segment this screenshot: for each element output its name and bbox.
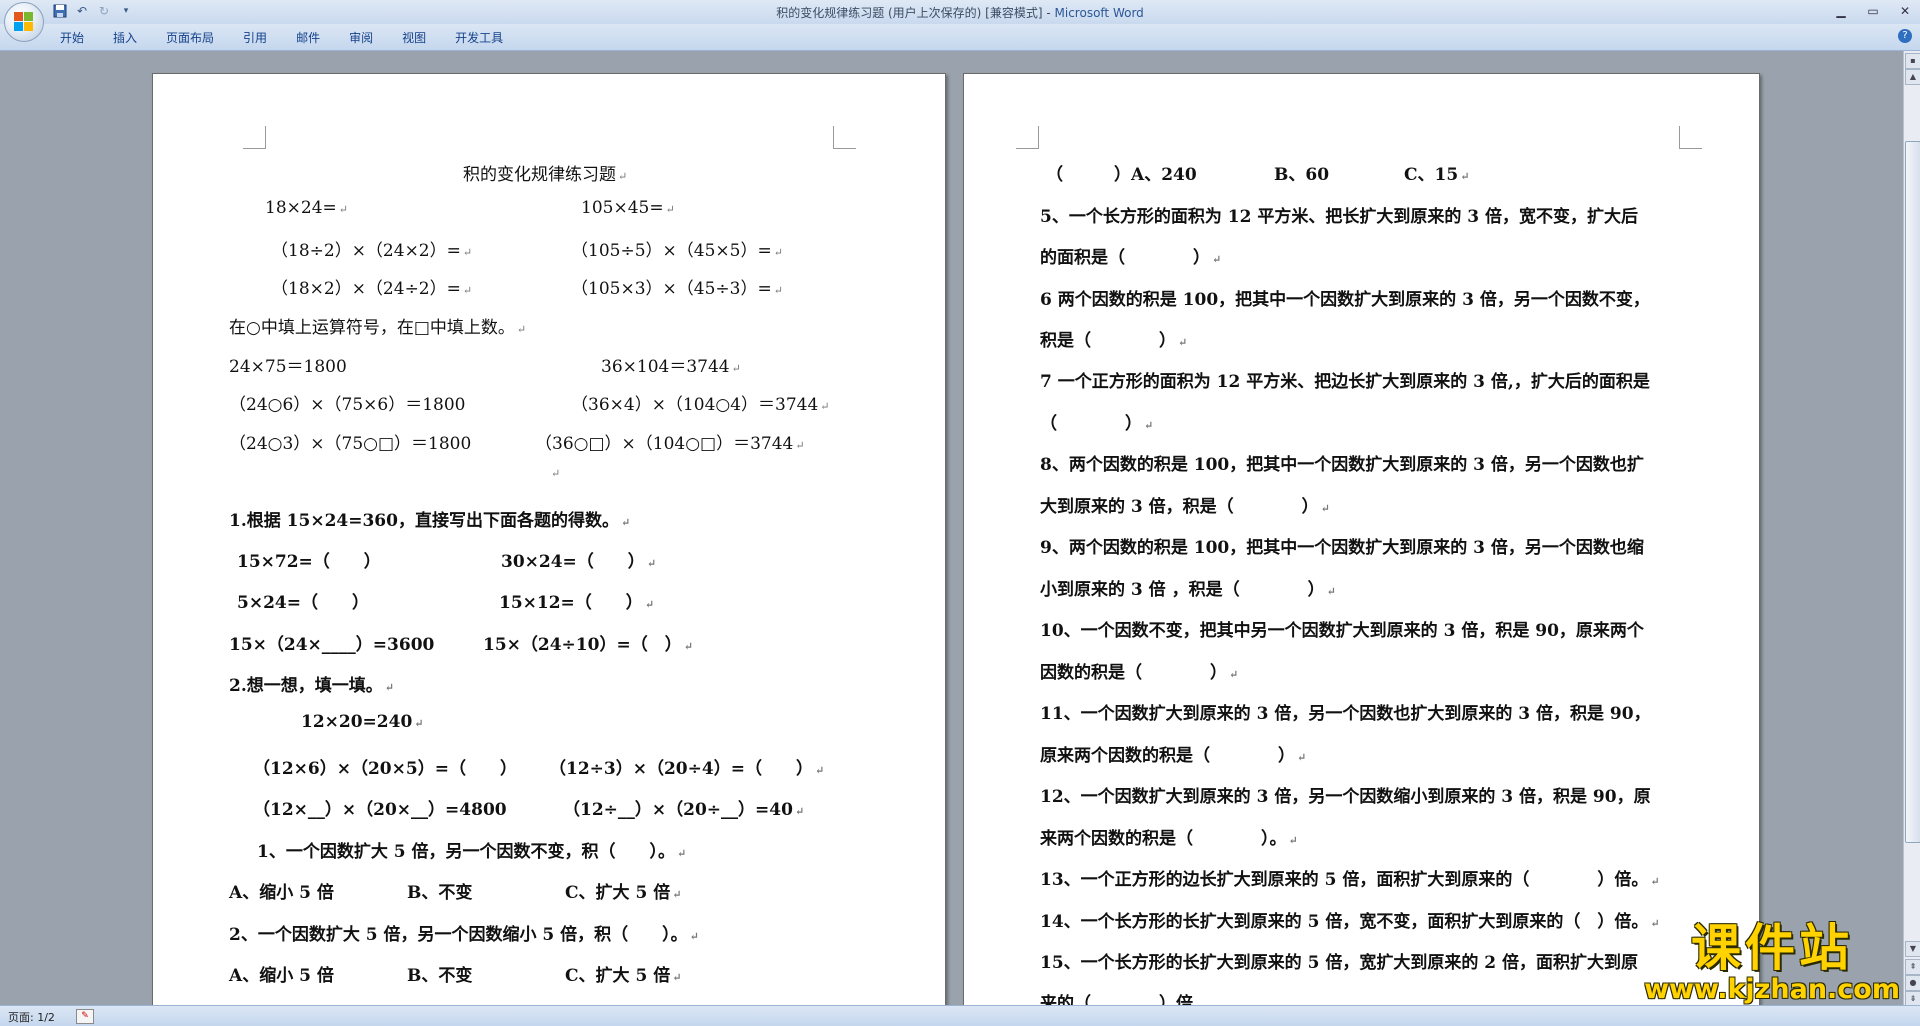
question-14: 14、一个长方形的长扩大到原来的 5 倍，宽不变，面积扩大到原来的（ ）倍。 ↵: [1040, 912, 1660, 932]
text-line: 15×72=（ ）: [237, 552, 381, 572]
option-a: A、缩小 5 倍: [229, 966, 334, 986]
ruler-toggle-icon[interactable]: ▪: [1905, 53, 1920, 69]
text-line: 24×75＝1800: [229, 357, 347, 377]
text-line: （18÷2）×（24×2）= ↵: [271, 241, 473, 261]
question-13: 13、一个正方形的边长扩大到原来的 5 倍，面积扩大到原来的（ ）倍。 ↵: [1040, 870, 1660, 890]
option-b: B、不变: [407, 883, 473, 903]
tab-home[interactable]: 开始: [48, 29, 96, 46]
text-line: 12×20=240 ↵: [301, 712, 424, 732]
text-line: 15×（24×____）=3600: [229, 635, 435, 655]
question-6: 6 两个因数的积是 100，把其中一个因数扩大到原来的 3 倍，另一个因数不变，: [1040, 290, 1650, 310]
question-12: 来两个因数的积是（ ）。 ↵: [1040, 829, 1298, 849]
instruction-text: 在○中填上运算符号，在□中填上数。 ↵: [229, 318, 527, 338]
text-line: （36○□）×（104○□）＝3744 ↵: [535, 434, 805, 454]
question-8: 大到原来的 3 倍，积是（ ） ↵: [1040, 497, 1330, 517]
office-button[interactable]: [4, 2, 44, 42]
question-10: 10、一个因数不变，把其中另一个因数扩大到原来的 3 倍，积是 90，原来两个: [1040, 621, 1644, 641]
question-2-title: 2.想一想，填一填。 ↵: [229, 676, 394, 696]
scroll-up-icon[interactable]: ▲: [1905, 69, 1920, 85]
margin-corner-mark: [243, 126, 266, 149]
margin-corner-mark: [1016, 126, 1039, 149]
question-3: 1、一个因数扩大 5 倍，另一个因数不变，积（ ）。 ↵: [257, 842, 687, 862]
question-8: 8、两个因数的积是 100，把其中一个因数扩大到原来的 3 倍，另一个因数也扩: [1040, 455, 1644, 475]
question-15: 15、一个长方形的长扩大到原来的 5 倍，宽扩大到原来的 2 倍，面积扩大到原: [1040, 953, 1638, 973]
tab-view[interactable]: 视图: [390, 29, 438, 46]
text-line: （12÷3）×（20÷4）=（ ） ↵: [549, 759, 825, 779]
option-a: A、缩小 5 倍: [229, 883, 334, 903]
text-line: （105÷5）×（45×5）= ↵: [571, 241, 783, 261]
text-line: （12×__）×（20×__）=4800: [253, 800, 507, 820]
text-line: 30×24=（ ） ↵: [501, 552, 657, 572]
question-11: 11、一个因数扩大到原来的 3 倍，另一个因数也扩大到原来的 3 倍，积是 90…: [1040, 704, 1651, 724]
close-icon[interactable]: ✕: [1896, 2, 1914, 20]
text-line: （105×3）×（45÷3）= ↵: [571, 279, 783, 299]
ribbon-tab-bar: 开始 插入 页面布局 引用 邮件 审阅 视图 开发工具 ?: [0, 24, 1920, 51]
question-12: 12、一个因数扩大到原来的 3 倍，另一个因数缩小到原来的 3 倍，积是 90，…: [1040, 787, 1651, 807]
option-b: B、不变: [407, 966, 473, 986]
question-5: 5、一个长方形的面积为 12 平方米、把长扩大到原来的 3 倍，宽不变，扩大后: [1040, 207, 1638, 227]
help-icon[interactable]: ?: [1898, 29, 1912, 43]
tab-references[interactable]: 引用: [231, 29, 279, 46]
option-c: C、扩大 5 倍 ↵: [565, 966, 682, 986]
status-bar: 页面: 1/2 ✎: [0, 1005, 1920, 1026]
option-c: C、扩大 5 倍 ↵: [565, 883, 682, 903]
page-1[interactable]: 积的变化规律练习题 ↵ 18×24= ↵ 105×45= ↵ （18÷2）×（24×2…: [152, 73, 946, 1005]
document-heading: 积的变化规律练习题 ↵: [463, 165, 628, 185]
page-count[interactable]: 页面: 1/2: [8, 1009, 55, 1025]
text-line: （24○3）×（75○□）＝1800: [229, 434, 472, 454]
question-15: 来的（ ）倍: [1040, 994, 1193, 1005]
watermark-url: www.kjzhan.com: [1644, 974, 1900, 1005]
text-line: C、15 ↵: [1404, 165, 1470, 185]
app-name: Microsoft Word: [1054, 6, 1144, 20]
text-line: （36×4）×（104○4）＝3744 ↵: [571, 395, 830, 415]
text-line: 5×24=（ ）: [237, 593, 369, 613]
watermark-title: 课件站: [1691, 919, 1854, 977]
previous-page-icon[interactable]: ⇞: [1905, 959, 1920, 975]
question-7: 7 一个正方形的面积为 12 平方米、把边长扩大到原来的 3 倍,，扩大后的面积…: [1040, 372, 1650, 392]
proofing-icon[interactable]: ✎: [76, 1009, 94, 1024]
text-line: 18×24= ↵: [265, 198, 348, 218]
scroll-thumb[interactable]: [1905, 141, 1920, 843]
paragraph-mark: ↵: [551, 467, 561, 480]
text-line: 15×（24÷10）=（ ） ↵: [483, 635, 693, 655]
text-line: B、60: [1274, 165, 1330, 185]
tab-page-layout[interactable]: 页面布局: [154, 29, 226, 46]
text-line: 36×104＝3744 ↵: [601, 357, 741, 377]
document-workspace[interactable]: 积的变化规律练习题 ↵ 18×24= ↵ 105×45= ↵ （18÷2）×（24×2…: [0, 51, 1904, 1005]
text-line: （18×2）×（24÷2）= ↵: [271, 279, 473, 299]
title-bar: ↶ ↻ ▾ 积的变化规律练习题 (用户上次保存的) [兼容模式] - Micro…: [0, 0, 1920, 24]
question-11: 原来两个因数的积是（ ） ↵: [1040, 746, 1307, 766]
margin-corner-mark: [833, 126, 856, 149]
scroll-down-icon[interactable]: ▼: [1905, 941, 1920, 957]
minimize-icon[interactable]: ▁: [1832, 2, 1850, 20]
maximize-icon[interactable]: ▭: [1864, 2, 1882, 20]
text-line: 15×12=（ ） ↵: [499, 593, 655, 613]
text-line: （ ）A、240: [1046, 165, 1197, 185]
window-controls: ▁ ▭ ✕: [1832, 2, 1914, 20]
question-5: 的面积是（ ） ↵: [1040, 248, 1222, 268]
question-6: 积是（ ） ↵: [1040, 331, 1188, 351]
office-logo-icon: [14, 12, 34, 32]
document-title: 积的变化规律练习题 (用户上次保存的) [兼容模式] -: [776, 6, 1055, 20]
vertical-scrollbar[interactable]: ▪ ▲ ▼ ⇞ ● ⇟: [1903, 51, 1920, 1007]
question-9: 9、两个因数的积是 100，把其中一个因数扩大到原来的 3 倍，另一个因数也缩: [1040, 538, 1644, 558]
question-9: 小到原来的 3 倍 ，积是（ ） ↵: [1040, 580, 1336, 600]
text-line: （12÷__）×（20÷__）=40 ↵: [563, 800, 805, 820]
question-7: （ ） ↵: [1040, 414, 1154, 434]
window-title: 积的变化规律练习题 (用户上次保存的) [兼容模式] - Microsoft W…: [0, 4, 1920, 21]
text-line: （12×6）×（20×5）=（ ）: [253, 759, 517, 779]
tab-mailings[interactable]: 邮件: [284, 29, 332, 46]
margin-corner-mark: [1679, 126, 1702, 149]
browse-object-icon[interactable]: ●: [1905, 975, 1920, 991]
tab-review[interactable]: 审阅: [337, 29, 385, 46]
page-2[interactable]: （ ）A、240 B、60 C、15 ↵ 5、一个长方形的面积为 12 平方米、把…: [963, 73, 1760, 1005]
question-10: 因数的积是（ ） ↵: [1040, 663, 1239, 683]
text-line: 105×45= ↵: [581, 198, 675, 218]
tab-developer[interactable]: 开发工具: [443, 29, 515, 46]
question-1-title: 1.根据 15×24=360，直接写出下面各题的得数。 ↵: [229, 511, 631, 531]
question-4: 2、一个因数扩大 5 倍，另一个因数缩小 5 倍，积（ ）。 ↵: [229, 925, 699, 945]
tab-insert[interactable]: 插入: [101, 29, 149, 46]
text-line: （24○6）×（75×6）＝1800: [229, 395, 466, 415]
site-watermark: 课件站 www.kjzhan.com: [1644, 920, 1900, 1004]
